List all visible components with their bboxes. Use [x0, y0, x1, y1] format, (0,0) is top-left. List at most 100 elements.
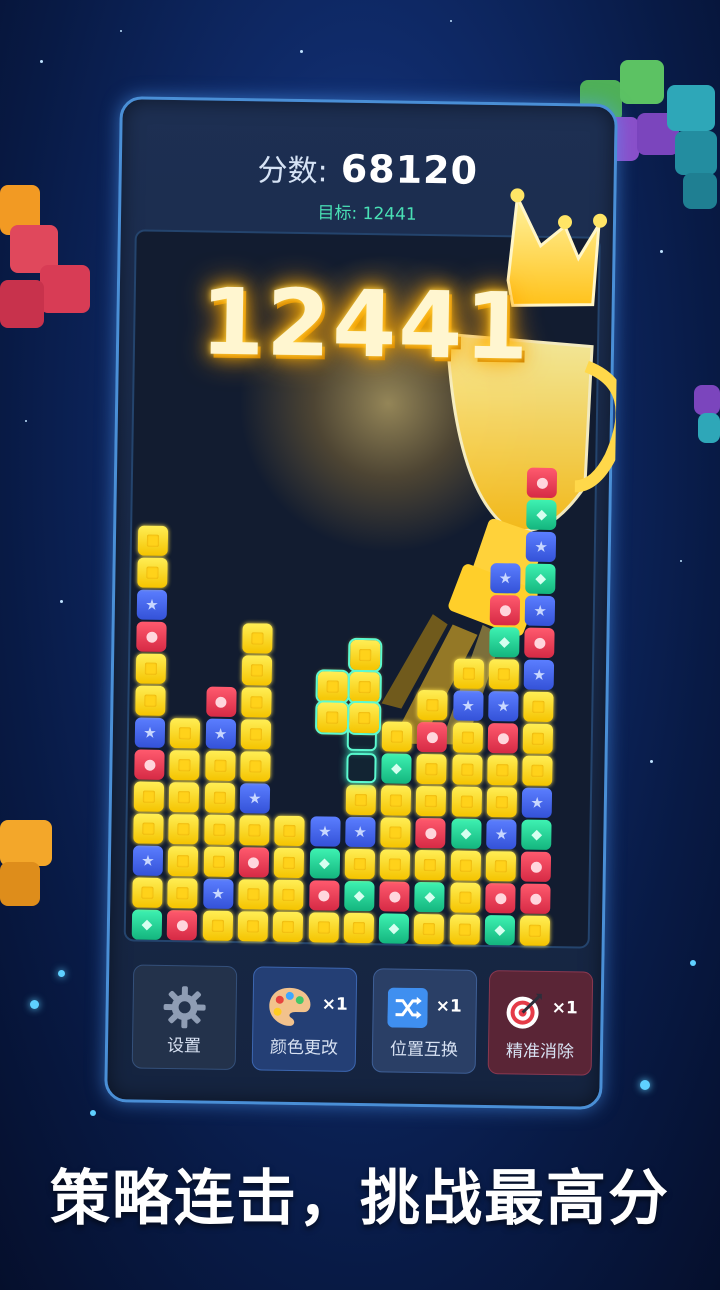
red-block[interactable]: [487, 723, 519, 754]
teal-block[interactable]: ◆: [484, 914, 516, 946]
yellow-block[interactable]: [241, 687, 272, 718]
blue-block[interactable]: ★: [132, 845, 164, 876]
red-block[interactable]: [308, 880, 340, 911]
red-block[interactable]: [238, 847, 270, 878]
yellow-block[interactable]: [135, 653, 167, 684]
teal-block[interactable]: ◆: [525, 563, 556, 595]
yellow-block[interactable]: [486, 787, 518, 818]
yellow-block[interactable]: [241, 655, 273, 686]
yellow-block[interactable]: [168, 814, 199, 845]
blue-block[interactable]: ★: [202, 878, 234, 910]
yellow-block[interactable]: [204, 750, 236, 782]
red-block[interactable]: [379, 881, 410, 912]
yellow-block[interactable]: [415, 849, 446, 881]
teal-block[interactable]: ◆: [309, 848, 340, 879]
red-block[interactable]: [520, 851, 552, 883]
yellow-block[interactable]: [451, 754, 483, 785]
yellow-block[interactable]: [168, 782, 200, 813]
blue-block[interactable]: ★: [452, 690, 484, 721]
teal-block[interactable]: ◆: [526, 499, 557, 531]
red-block[interactable]: [166, 909, 198, 941]
yellow-block[interactable]: [451, 786, 482, 817]
blue-block[interactable]: ★: [486, 818, 517, 850]
yellow-block[interactable]: [167, 846, 199, 877]
falling-piece-block[interactable]: [315, 669, 350, 704]
falling-piece-block[interactable]: [314, 700, 350, 735]
yellow-block[interactable]: [308, 912, 339, 943]
yellow-block[interactable]: [167, 878, 198, 909]
yellow-block[interactable]: [274, 815, 305, 847]
yellow-block[interactable]: [169, 718, 201, 749]
yellow-block[interactable]: [343, 912, 374, 944]
teal-block[interactable]: ◆: [343, 880, 375, 912]
yellow-block[interactable]: [488, 659, 520, 690]
yellow-block[interactable]: [453, 658, 484, 689]
yellow-block[interactable]: [272, 911, 304, 943]
yellow-block[interactable]: [379, 849, 411, 880]
blue-block[interactable]: ★: [136, 589, 168, 620]
yellow-block[interactable]: [169, 750, 200, 781]
yellow-block[interactable]: [202, 910, 233, 942]
position-swap-button[interactable]: ×1 位置互换: [371, 968, 478, 1074]
red-block[interactable]: [415, 817, 447, 849]
teal-block[interactable]: ◆: [521, 819, 552, 851]
teal-block[interactable]: ◆: [414, 881, 446, 913]
precise-clear-button[interactable]: ×1 精准消除: [487, 970, 594, 1076]
yellow-block[interactable]: [344, 848, 375, 880]
settings-button[interactable]: 设置: [131, 964, 238, 1071]
yellow-block[interactable]: [416, 753, 448, 785]
blue-block[interactable]: ★: [490, 563, 521, 594]
yellow-block[interactable]: [449, 882, 481, 913]
yellow-block[interactable]: [273, 879, 304, 911]
red-block[interactable]: [205, 686, 237, 718]
blue-block[interactable]: ★: [521, 787, 553, 819]
yellow-block[interactable]: [273, 847, 305, 879]
yellow-block[interactable]: [450, 850, 481, 881]
yellow-block[interactable]: [203, 846, 234, 878]
teal-block[interactable]: ◆: [450, 818, 482, 849]
red-block[interactable]: [526, 467, 558, 499]
red-block[interactable]: [134, 749, 165, 780]
blue-block[interactable]: ★: [134, 717, 166, 748]
falling-piece-block[interactable]: [347, 669, 382, 705]
yellow-block[interactable]: [417, 689, 449, 721]
yellow-block[interactable]: [485, 850, 517, 882]
blue-block[interactable]: ★: [523, 659, 555, 691]
blue-block[interactable]: ★: [524, 595, 556, 627]
yellow-block[interactable]: [416, 785, 447, 817]
yellow-block[interactable]: [452, 722, 483, 753]
blue-block[interactable]: ★: [309, 816, 341, 847]
yellow-block[interactable]: [203, 814, 235, 846]
falling-piece-block[interactable]: [347, 637, 383, 673]
yellow-block[interactable]: [240, 751, 271, 782]
blue-block[interactable]: ★: [488, 691, 519, 722]
yellow-block[interactable]: [523, 691, 554, 723]
blue-block[interactable]: ★: [239, 783, 271, 814]
yellow-block[interactable]: [133, 781, 165, 812]
red-block[interactable]: [524, 627, 555, 659]
yellow-block[interactable]: [132, 877, 163, 908]
yellow-block[interactable]: [345, 784, 376, 816]
yellow-block[interactable]: [522, 755, 553, 787]
yellow-block[interactable]: [380, 817, 411, 848]
yellow-block[interactable]: [242, 623, 273, 654]
yellow-block[interactable]: [137, 525, 169, 556]
blue-block[interactable]: ★: [344, 816, 376, 848]
red-block[interactable]: [520, 883, 551, 915]
yellow-block[interactable]: [519, 915, 551, 947]
red-block[interactable]: [485, 882, 516, 914]
red-block[interactable]: [489, 595, 521, 626]
falling-piece-block[interactable]: [346, 700, 382, 736]
yellow-block[interactable]: [381, 721, 413, 752]
red-block[interactable]: [136, 621, 167, 652]
yellow-block[interactable]: [380, 785, 412, 816]
yellow-block[interactable]: [133, 813, 164, 844]
yellow-block[interactable]: [137, 557, 168, 588]
yellow-block[interactable]: [522, 723, 554, 755]
teal-block[interactable]: ◆: [381, 753, 412, 784]
teal-block[interactable]: ◆: [378, 913, 410, 944]
color-change-button[interactable]: ×1 颜色更改: [251, 966, 358, 1072]
yellow-block[interactable]: [239, 815, 270, 846]
yellow-block[interactable]: [487, 755, 518, 786]
ghost-block[interactable]: [345, 752, 377, 784]
